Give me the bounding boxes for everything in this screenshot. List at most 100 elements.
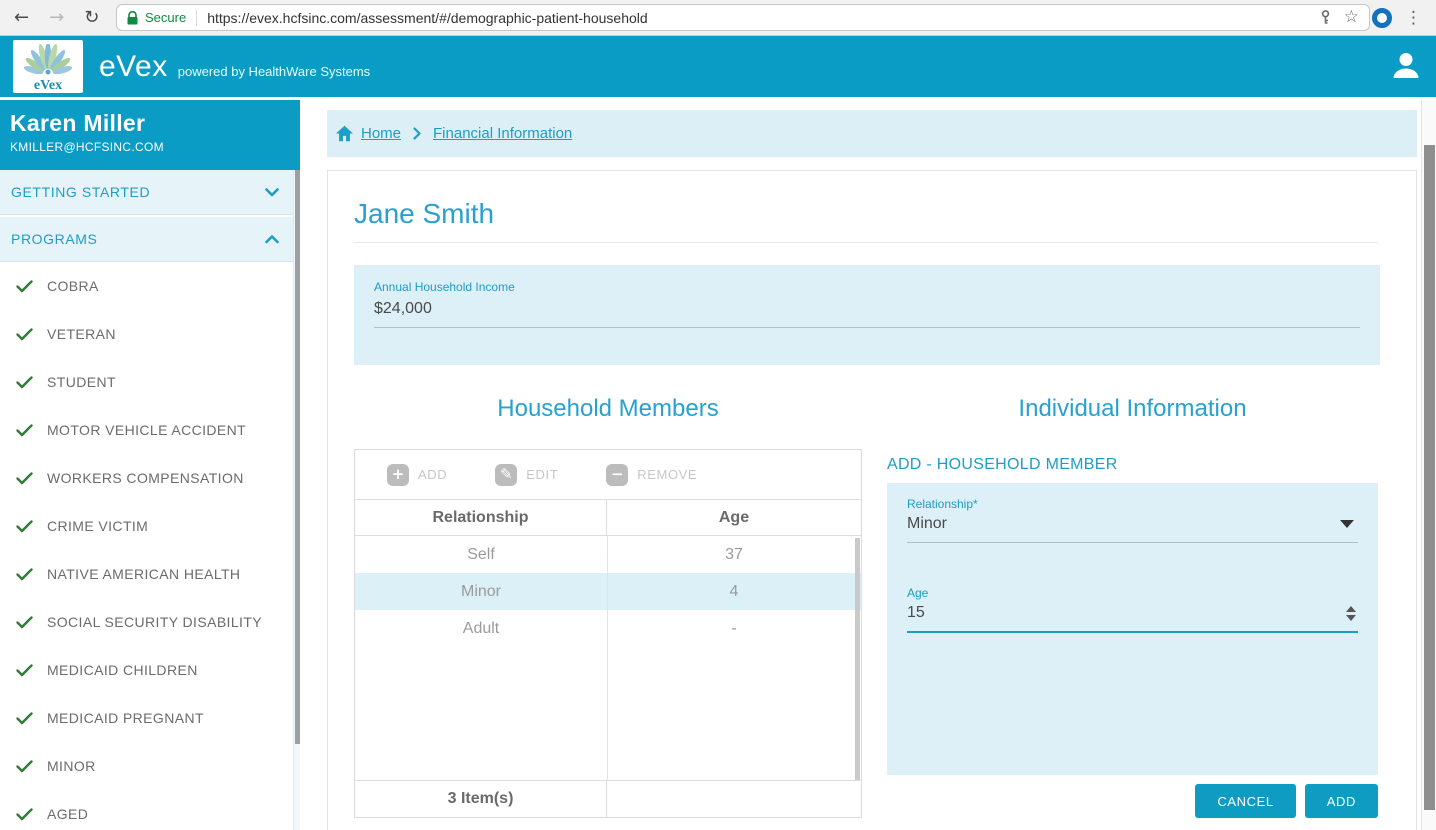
table-scrollbar-thumb[interactable]	[855, 538, 860, 780]
app-tagline: powered by HealthWare Systems	[178, 64, 370, 79]
person-icon	[1390, 50, 1422, 82]
household-table: + ADD ✎ EDIT − REMOVE Relationship Age	[354, 449, 862, 818]
income-label: Annual Household Income	[374, 280, 1360, 294]
program-list-item[interactable]: CRIME VICTIM	[0, 502, 293, 550]
security-badge: Secure	[145, 10, 186, 25]
plus-icon: +	[387, 464, 409, 486]
main-card: Jane Smith Annual Household Income $24,0…	[327, 170, 1417, 830]
app-name: eVex	[99, 50, 168, 84]
pencil-icon: ✎	[495, 464, 517, 486]
program-list-item[interactable]: VETERAN	[0, 310, 293, 358]
lock-icon	[127, 11, 138, 25]
user-name: Karen Miller	[10, 110, 300, 137]
page-scrollbar-thumb[interactable]	[1424, 145, 1435, 810]
evex-logo: eVex	[13, 40, 83, 93]
address-bar[interactable]: Secure https://evex.hcfsinc.com/assessme…	[116, 4, 1370, 31]
program-list-item[interactable]: AGED	[0, 790, 293, 830]
program-list-item[interactable]: NATIVE AMERICAN HEALTH	[0, 550, 293, 598]
table-footer-row: 3 Item(s)	[355, 780, 861, 817]
program-list-item[interactable]: STUDENT	[0, 358, 293, 406]
chevron-right-icon	[413, 127, 421, 140]
divider	[354, 242, 1378, 243]
forward-icon[interactable]: →	[49, 9, 64, 27]
sidebar-section-programs[interactable]: PROGRAMS	[0, 217, 293, 262]
divider	[196, 10, 197, 26]
relationship-select[interactable]: Minor	[907, 515, 1358, 543]
cell-relationship: Self	[355, 536, 607, 573]
breadcrumb: Home Financial Information	[327, 110, 1417, 157]
household-table-body: Self 37 Minor 4 Adult -	[355, 536, 861, 780]
sidebar-section-getting-started[interactable]: GETTING STARTED	[0, 170, 293, 215]
income-input[interactable]: $24,000	[374, 300, 1360, 328]
table-row[interactable]: Adult -	[355, 610, 861, 647]
user-account-button[interactable]	[1390, 50, 1422, 87]
spinner-up-icon[interactable]	[1346, 606, 1356, 612]
sidebar-sections: GETTING STARTED PROGRAMS	[0, 170, 293, 264]
table-header-row: Relationship Age	[355, 500, 861, 536]
sidebar-scrollbar[interactable]	[293, 170, 300, 830]
program-list-item[interactable]: SOCIAL SECURITY DISABILITY	[0, 598, 293, 646]
home-icon[interactable]	[335, 125, 354, 142]
user-email: KMILLER@HCFSINC.COM	[10, 140, 300, 154]
program-list-item[interactable]: MEDICAID PREGNANT	[0, 694, 293, 742]
form-title: ADD - HOUSEHOLD MEMBER	[887, 456, 1378, 474]
program-list-item[interactable]: MOTOR VEHICLE ACCIDENT	[0, 406, 293, 454]
url-text[interactable]: https://evex.hcfsinc.com/assessment/#/de…	[207, 10, 647, 26]
program-list-item[interactable]: WORKERS COMPENSATION	[0, 454, 293, 502]
program-list-item[interactable]: COBRA	[0, 262, 293, 310]
individual-information-title: Individual Information	[887, 395, 1378, 423]
chevron-up-icon	[265, 235, 279, 244]
cell-age: 37	[607, 536, 861, 573]
program-list-item[interactable]: MEDICAID CHILDREN	[0, 646, 293, 694]
cell-relationship: Adult	[355, 610, 607, 647]
check-icon	[16, 760, 34, 773]
check-icon	[16, 424, 34, 437]
breadcrumb-home-link[interactable]: Home	[361, 125, 401, 142]
age-label: Age	[907, 586, 1358, 600]
chevron-down-icon	[265, 188, 279, 197]
edit-member-button[interactable]: ✎ EDIT	[495, 464, 558, 486]
patient-name: Jane Smith	[354, 198, 1378, 230]
column-header-age: Age	[607, 500, 861, 535]
add-button[interactable]: ADD	[1305, 784, 1378, 818]
add-member-button[interactable]: + ADD	[387, 464, 447, 486]
check-icon	[16, 280, 34, 293]
profile-avatar-icon[interactable]	[1372, 8, 1392, 28]
browser-menu-icon[interactable]: ⋮	[1405, 8, 1422, 28]
check-icon	[16, 568, 34, 581]
check-icon	[16, 376, 34, 389]
check-icon	[16, 712, 34, 725]
back-icon[interactable]: ←	[14, 9, 29, 27]
cell-age: 4	[607, 573, 861, 610]
page-scrollbar[interactable]	[1421, 100, 1436, 830]
logo-text: eVex	[34, 78, 62, 93]
cancel-button[interactable]: CANCEL	[1195, 784, 1295, 818]
number-spinner[interactable]	[1346, 606, 1356, 621]
table-row[interactable]: Minor 4	[355, 573, 861, 610]
table-toolbar: + ADD ✎ EDIT − REMOVE	[355, 450, 861, 500]
check-icon	[16, 616, 34, 629]
dropdown-caret-icon[interactable]	[1340, 520, 1354, 528]
item-count: 3 Item(s)	[355, 781, 607, 817]
check-icon	[16, 520, 34, 533]
cell-relationship: Minor	[355, 573, 607, 610]
check-icon	[16, 472, 34, 485]
program-list-item[interactable]: MINOR	[0, 742, 293, 790]
table-row[interactable]: Self 37	[355, 536, 861, 573]
key-icon[interactable]	[1319, 10, 1332, 25]
breadcrumb-current-link[interactable]: Financial Information	[433, 125, 572, 142]
add-member-form: Relationship* Minor Age 15	[887, 483, 1378, 775]
column-header-relationship: Relationship	[355, 500, 607, 535]
check-icon	[16, 808, 34, 821]
starburst-icon	[22, 44, 74, 78]
sidebar-scrollbar-thumb[interactable]	[295, 170, 300, 744]
relationship-label: Relationship*	[907, 497, 1358, 511]
spinner-down-icon[interactable]	[1346, 615, 1356, 621]
household-members-title: Household Members	[354, 395, 862, 423]
remove-member-button[interactable]: − REMOVE	[606, 464, 697, 486]
refresh-icon[interactable]: ↻	[84, 9, 99, 27]
bookmark-star-icon[interactable]: ☆	[1344, 9, 1359, 26]
browser-toolbar: ← → ↻ Secure https://evex.hcfsinc.com/as…	[0, 0, 1436, 36]
age-input[interactable]: 15	[907, 604, 1358, 633]
cell-age: -	[607, 610, 861, 647]
